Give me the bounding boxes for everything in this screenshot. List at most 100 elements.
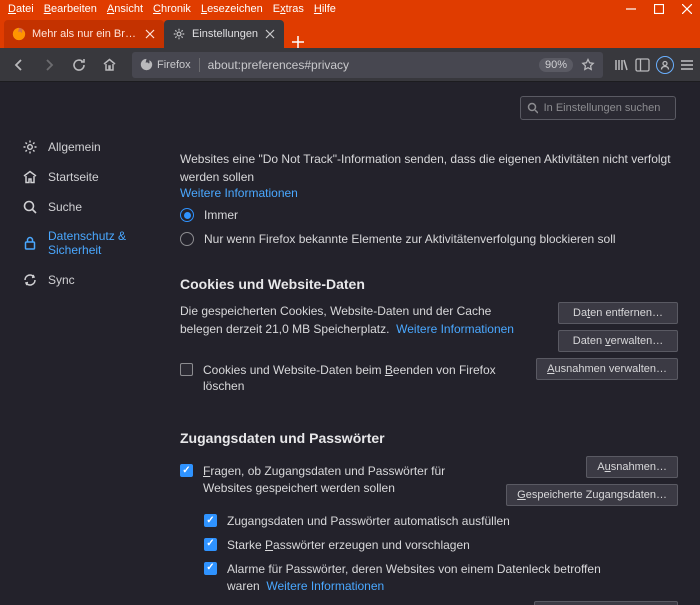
forward-button[interactable]: [36, 52, 62, 78]
minimize-icon[interactable]: [626, 4, 636, 14]
url-bar[interactable]: Firefox about:preferences#privacy 90%: [132, 52, 603, 78]
plus-icon: [292, 36, 304, 48]
menu-tools[interactable]: Extras: [273, 3, 304, 15]
new-tab-button[interactable]: [284, 36, 312, 48]
home-button[interactable]: [96, 52, 122, 78]
sidebar-item-privacy[interactable]: Datenschutz & Sicherheit: [0, 222, 160, 265]
firefox-brand-icon: [140, 58, 153, 71]
autofill-row[interactable]: Zugangsdaten und Passwörter automatisch …: [204, 513, 678, 530]
settings-search-input[interactable]: [544, 102, 669, 114]
lock-icon: [22, 235, 38, 251]
account-button[interactable]: [656, 56, 674, 74]
tab-label: Mehr als nur ein Browser – Fire: [32, 28, 138, 40]
checkbox-label: Cookies und Website-Daten beim Beenden v…: [203, 362, 524, 396]
sidebar-item-home[interactable]: Startseite: [0, 162, 160, 192]
tab-label: Einstellungen: [192, 28, 258, 40]
menu-icon[interactable]: [680, 58, 694, 72]
dnt-detected-row[interactable]: Nur wenn Firefox bekannte Elemente zur A…: [180, 231, 678, 248]
dnt-always-row[interactable]: Immer: [180, 207, 678, 224]
menu-bookmarks[interactable]: Lesezeichen: [201, 3, 263, 15]
cookies-more-link[interactable]: Weitere Informationen: [396, 322, 514, 336]
dnt-description: Websites eine "Do Not Track"-Information…: [180, 150, 678, 186]
settings-sidebar: Allgemein Startseite Suche Datenschutz &…: [0, 82, 160, 605]
home-icon: [22, 169, 38, 185]
separator: [199, 58, 200, 72]
settings-main: Websites eine "Do Not Track"-Information…: [160, 82, 700, 605]
gear-icon: [22, 139, 38, 155]
reload-button[interactable]: [66, 52, 92, 78]
section-logins: Zugangsdaten und Passwörter Fragen, ob Z…: [180, 430, 678, 605]
ask-save-row[interactable]: Fragen, ob Zugangsdaten und Passwörter f…: [180, 463, 494, 497]
suggest-row[interactable]: Starke Passwörter erzeugen und vorschlag…: [204, 537, 678, 554]
url-text: about:preferences#privacy: [208, 58, 531, 72]
checkbox-checked-icon[interactable]: [204, 514, 217, 527]
change-master-button[interactable]: Hauptpasswort ändern…: [534, 601, 678, 605]
toolbar-right: [613, 56, 694, 74]
nav-toolbar: Firefox about:preferences#privacy 90%: [0, 48, 700, 82]
checkbox-icon[interactable]: [180, 363, 193, 376]
dnt-more-link[interactable]: Weitere Informationen: [180, 186, 298, 200]
menu-history[interactable]: Chronik: [153, 3, 191, 15]
breach-row[interactable]: Alarme für Passwörter, deren Websites vo…: [204, 561, 678, 595]
star-icon[interactable]: [581, 58, 595, 72]
gear-icon: [172, 27, 186, 41]
checkbox-label: Starke Passwörter erzeugen und vorschlag…: [227, 537, 470, 554]
tab-active[interactable]: Einstellungen: [164, 20, 284, 48]
checkbox-checked-icon[interactable]: [204, 562, 217, 575]
radio-label: Immer: [204, 207, 238, 224]
cookies-description: Die gespeicherten Cookies, Website-Daten…: [180, 304, 514, 336]
back-button[interactable]: [6, 52, 32, 78]
titlebar: Datei Bearbeiten Ansicht Chronik Lesezei…: [0, 0, 700, 18]
checkbox-checked-icon[interactable]: [180, 464, 193, 477]
close-icon[interactable]: [682, 4, 692, 14]
library-icon[interactable]: [613, 57, 629, 73]
settings-search[interactable]: [520, 96, 676, 120]
zoom-indicator[interactable]: 90%: [539, 58, 573, 72]
firefox-logo-icon: [12, 27, 26, 41]
menu-edit[interactable]: Bearbeiten: [44, 3, 97, 15]
logins-heading: Zugangsdaten und Passwörter: [180, 430, 678, 446]
logins-exceptions-button[interactable]: Ausnahmen…: [586, 456, 678, 478]
cookies-heading: Cookies und Website-Daten: [180, 276, 678, 292]
cookies-buttons: Daten entfernen… Daten verwalten… Ausnah…: [536, 302, 678, 380]
person-icon: [660, 60, 670, 70]
sidebar-item-label: Sync: [48, 273, 75, 287]
remove-data-button[interactable]: Daten entfernen…: [558, 302, 678, 324]
identity-box[interactable]: Firefox: [140, 58, 191, 71]
sidebar-item-label: Datenschutz & Sicherheit: [48, 229, 148, 258]
section-dnt: Websites eine "Do Not Track"-Information…: [180, 150, 678, 248]
exceptions-button[interactable]: Ausnahmen verwalten…: [536, 358, 678, 380]
sidebar-item-label: Suche: [48, 200, 82, 214]
sidebar-icon[interactable]: [635, 58, 650, 72]
sidebar-item-sync[interactable]: Sync: [0, 265, 160, 295]
checkbox-label: Alarme für Passwörter, deren Websites vo…: [227, 561, 678, 595]
identity-label: Firefox: [157, 59, 191, 71]
tab-close-icon[interactable]: [264, 28, 276, 40]
saved-logins-button[interactable]: Gespeicherte Zugangsdaten…: [506, 484, 678, 506]
sidebar-item-general[interactable]: Allgemein: [0, 132, 160, 162]
breach-more-link[interactable]: Weitere Informationen: [266, 579, 384, 593]
menu-help[interactable]: Hilfe: [314, 3, 336, 15]
sync-icon: [22, 272, 38, 288]
tab-strip: Mehr als nur ein Browser – Fire Einstell…: [0, 18, 700, 48]
clear-on-close-row[interactable]: Cookies und Website-Daten beim Beenden v…: [180, 362, 524, 396]
menu-file[interactable]: Datei: [8, 3, 34, 15]
search-icon: [22, 199, 38, 215]
maximize-icon[interactable]: [654, 4, 664, 14]
radio-selected-icon[interactable]: [180, 208, 194, 222]
tab-close-icon[interactable]: [144, 28, 156, 40]
content: Allgemein Startseite Suche Datenschutz &…: [0, 82, 700, 605]
checkbox-label: Zugangsdaten und Passwörter automatisch …: [227, 513, 510, 530]
checkbox-checked-icon[interactable]: [204, 538, 217, 551]
menu-view[interactable]: Ansicht: [107, 3, 143, 15]
radio-label: Nur wenn Firefox bekannte Elemente zur A…: [204, 231, 616, 248]
manage-data-button[interactable]: Daten verwalten…: [558, 330, 678, 352]
menubar: Datei Bearbeiten Ansicht Chronik Lesezei…: [8, 3, 336, 15]
sidebar-item-label: Allgemein: [48, 140, 101, 154]
section-cookies: Cookies und Website-Daten Die gespeicher…: [180, 276, 678, 403]
radio-icon[interactable]: [180, 232, 194, 246]
checkbox-label: Fragen, ob Zugangsdaten und Passwörter f…: [203, 463, 494, 497]
search-icon: [527, 102, 538, 114]
sidebar-item-search[interactable]: Suche: [0, 192, 160, 222]
tab-inactive[interactable]: Mehr als nur ein Browser – Fire: [4, 20, 164, 48]
